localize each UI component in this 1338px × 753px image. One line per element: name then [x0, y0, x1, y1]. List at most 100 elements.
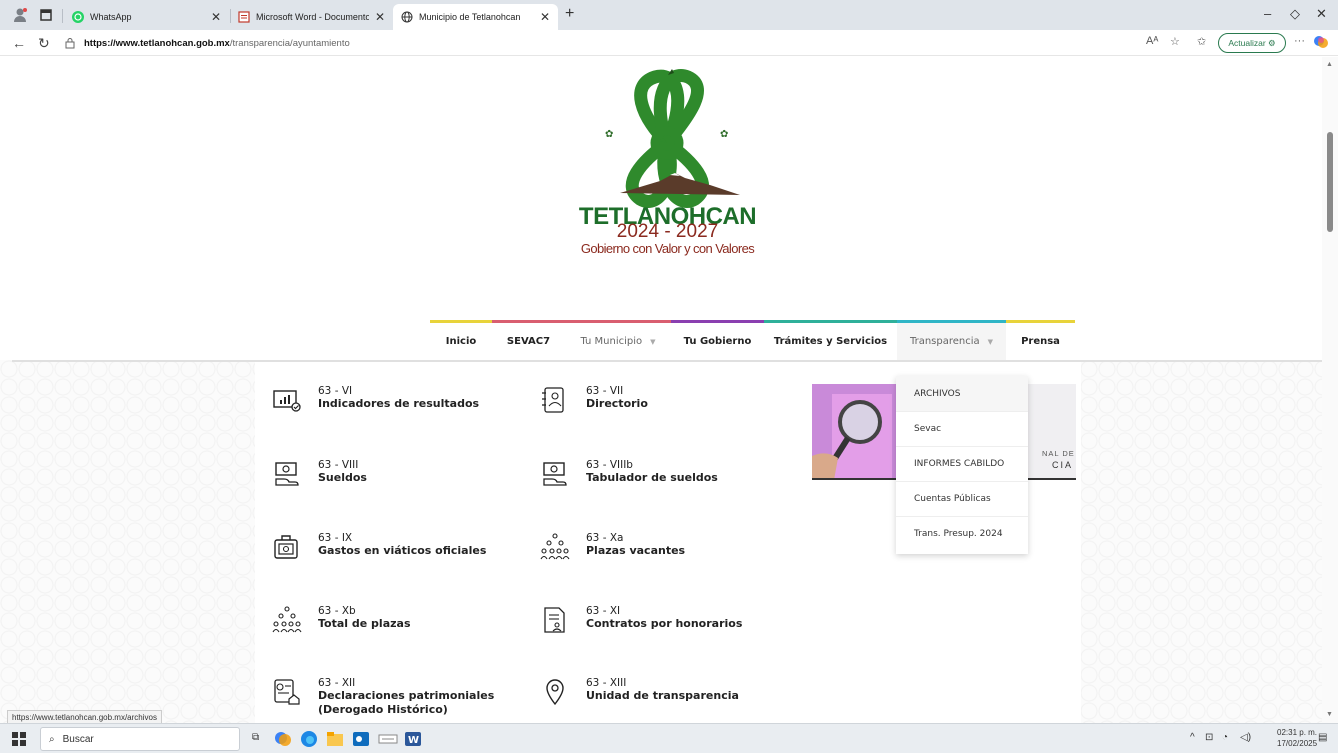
word-icon[interactable]: W [404, 730, 422, 748]
nav-tramites[interactable]: Trámites y Servicios [764, 320, 897, 360]
dropdown-label: ARCHIVOS [914, 388, 961, 399]
tab-label: WhatsApp [90, 12, 132, 22]
transparency-item[interactable]: 63 - XI Contratos por honorarios [540, 605, 742, 635]
dropdown-label: Sevac [914, 424, 942, 434]
item-name: Unidad de transparencia [586, 689, 739, 702]
file-explorer-icon[interactable] [326, 730, 344, 748]
document-user-icon [544, 607, 565, 633]
dropdown-item-sevac[interactable]: Sevac [896, 411, 1028, 446]
item-name: Total de plazas [318, 617, 411, 630]
chevron-down-icon: ▼ [987, 337, 994, 346]
taskbar-search[interactable]: ⌕ Buscar [40, 727, 240, 751]
nav-label: Tu Municipio [580, 336, 643, 347]
tab-municipio[interactable]: Municipio de Tetlanohcan ✕ [393, 4, 558, 30]
chart-monitor-icon [273, 390, 301, 412]
scroll-up-icon[interactable]: ▲ [1326, 61, 1333, 68]
app-icon[interactable] [378, 730, 398, 748]
dropdown-item-informes-cabildo[interactable]: INFORMES CABILDO [896, 446, 1028, 481]
banner-text: CIA [1052, 460, 1074, 470]
transparency-item[interactable]: 63 - IX Gastos en viáticos oficiales [272, 532, 486, 562]
copilot-taskbar-icon[interactable] [274, 730, 292, 748]
close-icon[interactable]: ✕ [211, 10, 221, 24]
money-hand-icon [275, 462, 299, 486]
tab-whatsapp[interactable]: WhatsApp ✕ [64, 4, 229, 30]
clock-date: 17/02/2025 [1277, 739, 1318, 748]
transparency-item[interactable]: 63 - Xa Plazas vacantes [540, 532, 685, 562]
nav-transparencia[interactable]: Transparencia ▼ [897, 320, 1006, 360]
back-arrow-icon[interactable]: ← [12, 35, 26, 51]
close-icon[interactable]: ✕ [375, 10, 385, 24]
nav-label: Prensa [1021, 336, 1060, 347]
close-icon[interactable]: ✕ [540, 10, 550, 24]
item-code: 63 - VII [586, 385, 624, 397]
speaker-icon[interactable]: ◁) [1240, 732, 1251, 743]
nav-sevac7[interactable]: SEVAC7 [492, 320, 565, 360]
task-view-icon[interactable]: ⧉ [252, 732, 259, 743]
scroll-down-icon[interactable]: ▼ [1326, 711, 1333, 718]
address-book-icon [542, 387, 564, 413]
outlook-icon[interactable] [352, 730, 370, 748]
dropdown-label: Cuentas Públicas [914, 494, 991, 504]
windows-start-icon[interactable] [12, 732, 26, 746]
svg-text:W: W [408, 735, 419, 746]
transparency-item[interactable]: 63 - VII Directorio [540, 385, 648, 415]
transparency-item[interactable]: 63 - VIII Sueldos [272, 459, 367, 489]
location-pin-icon [546, 679, 564, 706]
nav-inicio[interactable]: Inicio [430, 320, 492, 360]
status-url-tooltip: https://www.tetlanohcan.gob.mx/archivos [7, 710, 162, 724]
update-button[interactable]: Actualizar ⚙ [1218, 33, 1286, 53]
item-code: 63 - XII [318, 677, 356, 689]
minimize-icon[interactable]: – [1264, 6, 1271, 21]
svg-text:✿: ✿ [720, 129, 728, 140]
people-group-icon [540, 533, 570, 560]
dropdown-label: Trans. Presup. 2024 [914, 529, 1003, 539]
nav-tu-gobierno[interactable]: Tu Gobierno [671, 320, 764, 360]
windows-taskbar: ⌕ Buscar ⧉ W ^ ⊡ ◔ ◁) 02:31 p. m. 17/02/20… [0, 723, 1338, 753]
profile-icon[interactable] [12, 7, 28, 23]
url-path: /transparencia/ayuntamiento [229, 37, 350, 49]
notifications-icon[interactable]: ▤ [1318, 732, 1327, 743]
item-code: 63 - VI [318, 385, 353, 397]
close-window-icon[interactable]: ✕ [1316, 6, 1327, 22]
new-tab-plus-icon[interactable]: + [565, 5, 574, 23]
dropdown-label: INFORMES CABILDO [914, 459, 1005, 469]
dropdown-item-trans-presup[interactable]: Trans. Presup. 2024 [896, 516, 1028, 551]
briefcase-money-icon [274, 535, 298, 559]
restore-icon[interactable]: ◇ [1290, 6, 1300, 22]
item-code: 63 - VIIIb [586, 459, 633, 471]
scroll-thumb[interactable] [1327, 132, 1333, 232]
document-icon [238, 11, 250, 23]
item-name: Sueldos [318, 471, 367, 484]
transparency-item[interactable]: 63 - VI Indicadores de resultados [272, 385, 479, 415]
item-name: Plazas vacantes [586, 544, 686, 557]
favorite-star-icon[interactable]: ☆ [1170, 35, 1180, 48]
nav-prensa[interactable]: Prensa [1006, 320, 1075, 360]
url-field[interactable]: https://www.tetlanohcan.gob.mx/transpare… [64, 33, 1154, 53]
transparency-item[interactable]: 63 - VIIIb Tabulador de sueldos [540, 459, 718, 489]
tab-actions-icon[interactable] [38, 7, 54, 23]
search-placeholder: Buscar [62, 733, 94, 745]
taskbar-clock[interactable]: 02:31 p. m. 17/02/2025 [1277, 727, 1317, 749]
meet-icon[interactable]: ⊡ [1205, 732, 1213, 743]
item-name: Tabulador de sueldos [586, 471, 718, 484]
chevron-up-icon[interactable]: ^ [1190, 732, 1195, 743]
nav-label: Tu Gobierno [683, 336, 752, 347]
more-menu-icon[interactable]: ··· [1294, 35, 1305, 47]
dropdown-item-cuentas-publicas[interactable]: Cuentas Públicas [896, 481, 1028, 516]
wifi-icon[interactable]: ◔ [1222, 732, 1228, 743]
transparency-item[interactable]: 63 - XIII Unidad de transparencia [540, 677, 739, 707]
nav-label: Inicio [445, 336, 477, 347]
edge-icon[interactable] [300, 730, 318, 748]
brand-slogan: Gobierno con Valor y con Valores [580, 241, 755, 256]
transparency-item[interactable]: 63 - Xb Total de plazas [272, 605, 411, 635]
tab-word[interactable]: Microsoft Word - Documento2 ✕ [230, 4, 393, 30]
page-scrollbar[interactable]: ▲ ▼ [1322, 57, 1338, 723]
nav-tu-municipio[interactable]: Tu Municipio ▼ [565, 320, 671, 360]
favorites-list-icon[interactable]: ✩ [1197, 35, 1206, 48]
dropdown-item-archivos[interactable]: ARCHIVOS [896, 376, 1028, 411]
refresh-icon[interactable]: ↻ [38, 35, 50, 52]
copilot-icon[interactable] [1313, 34, 1329, 50]
tab-label: Municipio de Tetlanohcan [419, 12, 521, 22]
transparency-item[interactable]: 63 - XII Declaraciones patrimoniales (Dero… [272, 677, 494, 717]
read-aloud-icon[interactable]: Aᴬ [1146, 35, 1158, 47]
